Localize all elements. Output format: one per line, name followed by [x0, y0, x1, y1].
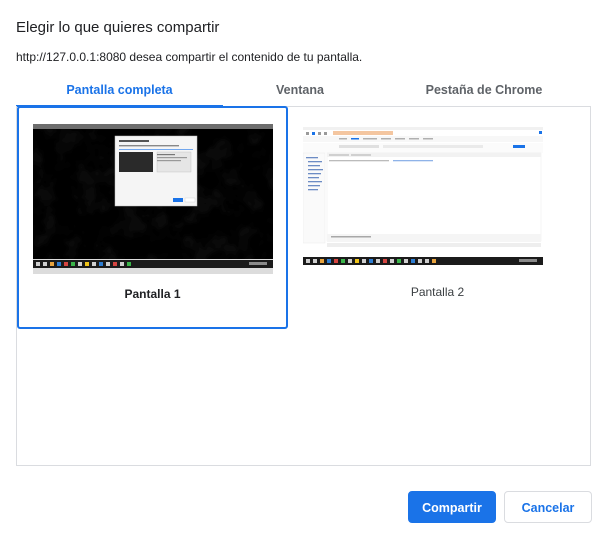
screen-item-1[interactable]: Pantalla 1	[17, 106, 288, 329]
dialog-subtitle: http://127.0.0.1:8080 desea compartir el…	[16, 50, 363, 64]
screen-item-2[interactable]: Pantalla 2	[302, 106, 573, 329]
share-screen-dialog: Elegir lo que quieres compartir http://1…	[0, 0, 607, 539]
share-button[interactable]: Compartir	[408, 491, 496, 523]
source-tabs: Pantalla completa Ventana Pestaña de Chr…	[16, 80, 591, 107]
screen-1-label: Pantalla 1	[124, 287, 181, 301]
cancel-button[interactable]: Cancelar	[504, 491, 592, 523]
tab-pestana-chrome[interactable]: Pestaña de Chrome	[377, 80, 591, 104]
screen-2-label: Pantalla 2	[410, 285, 465, 299]
tab-ventana[interactable]: Ventana	[223, 80, 377, 104]
screen-2-thumbnail	[303, 127, 543, 265]
screen-list: Pantalla 1 Pantalla 2	[16, 106, 591, 466]
dialog-title: Elegir lo que quieres compartir	[16, 19, 220, 36]
tab-pantalla-completa[interactable]: Pantalla completa	[16, 80, 223, 104]
screen-1-thumbnail	[33, 124, 273, 274]
